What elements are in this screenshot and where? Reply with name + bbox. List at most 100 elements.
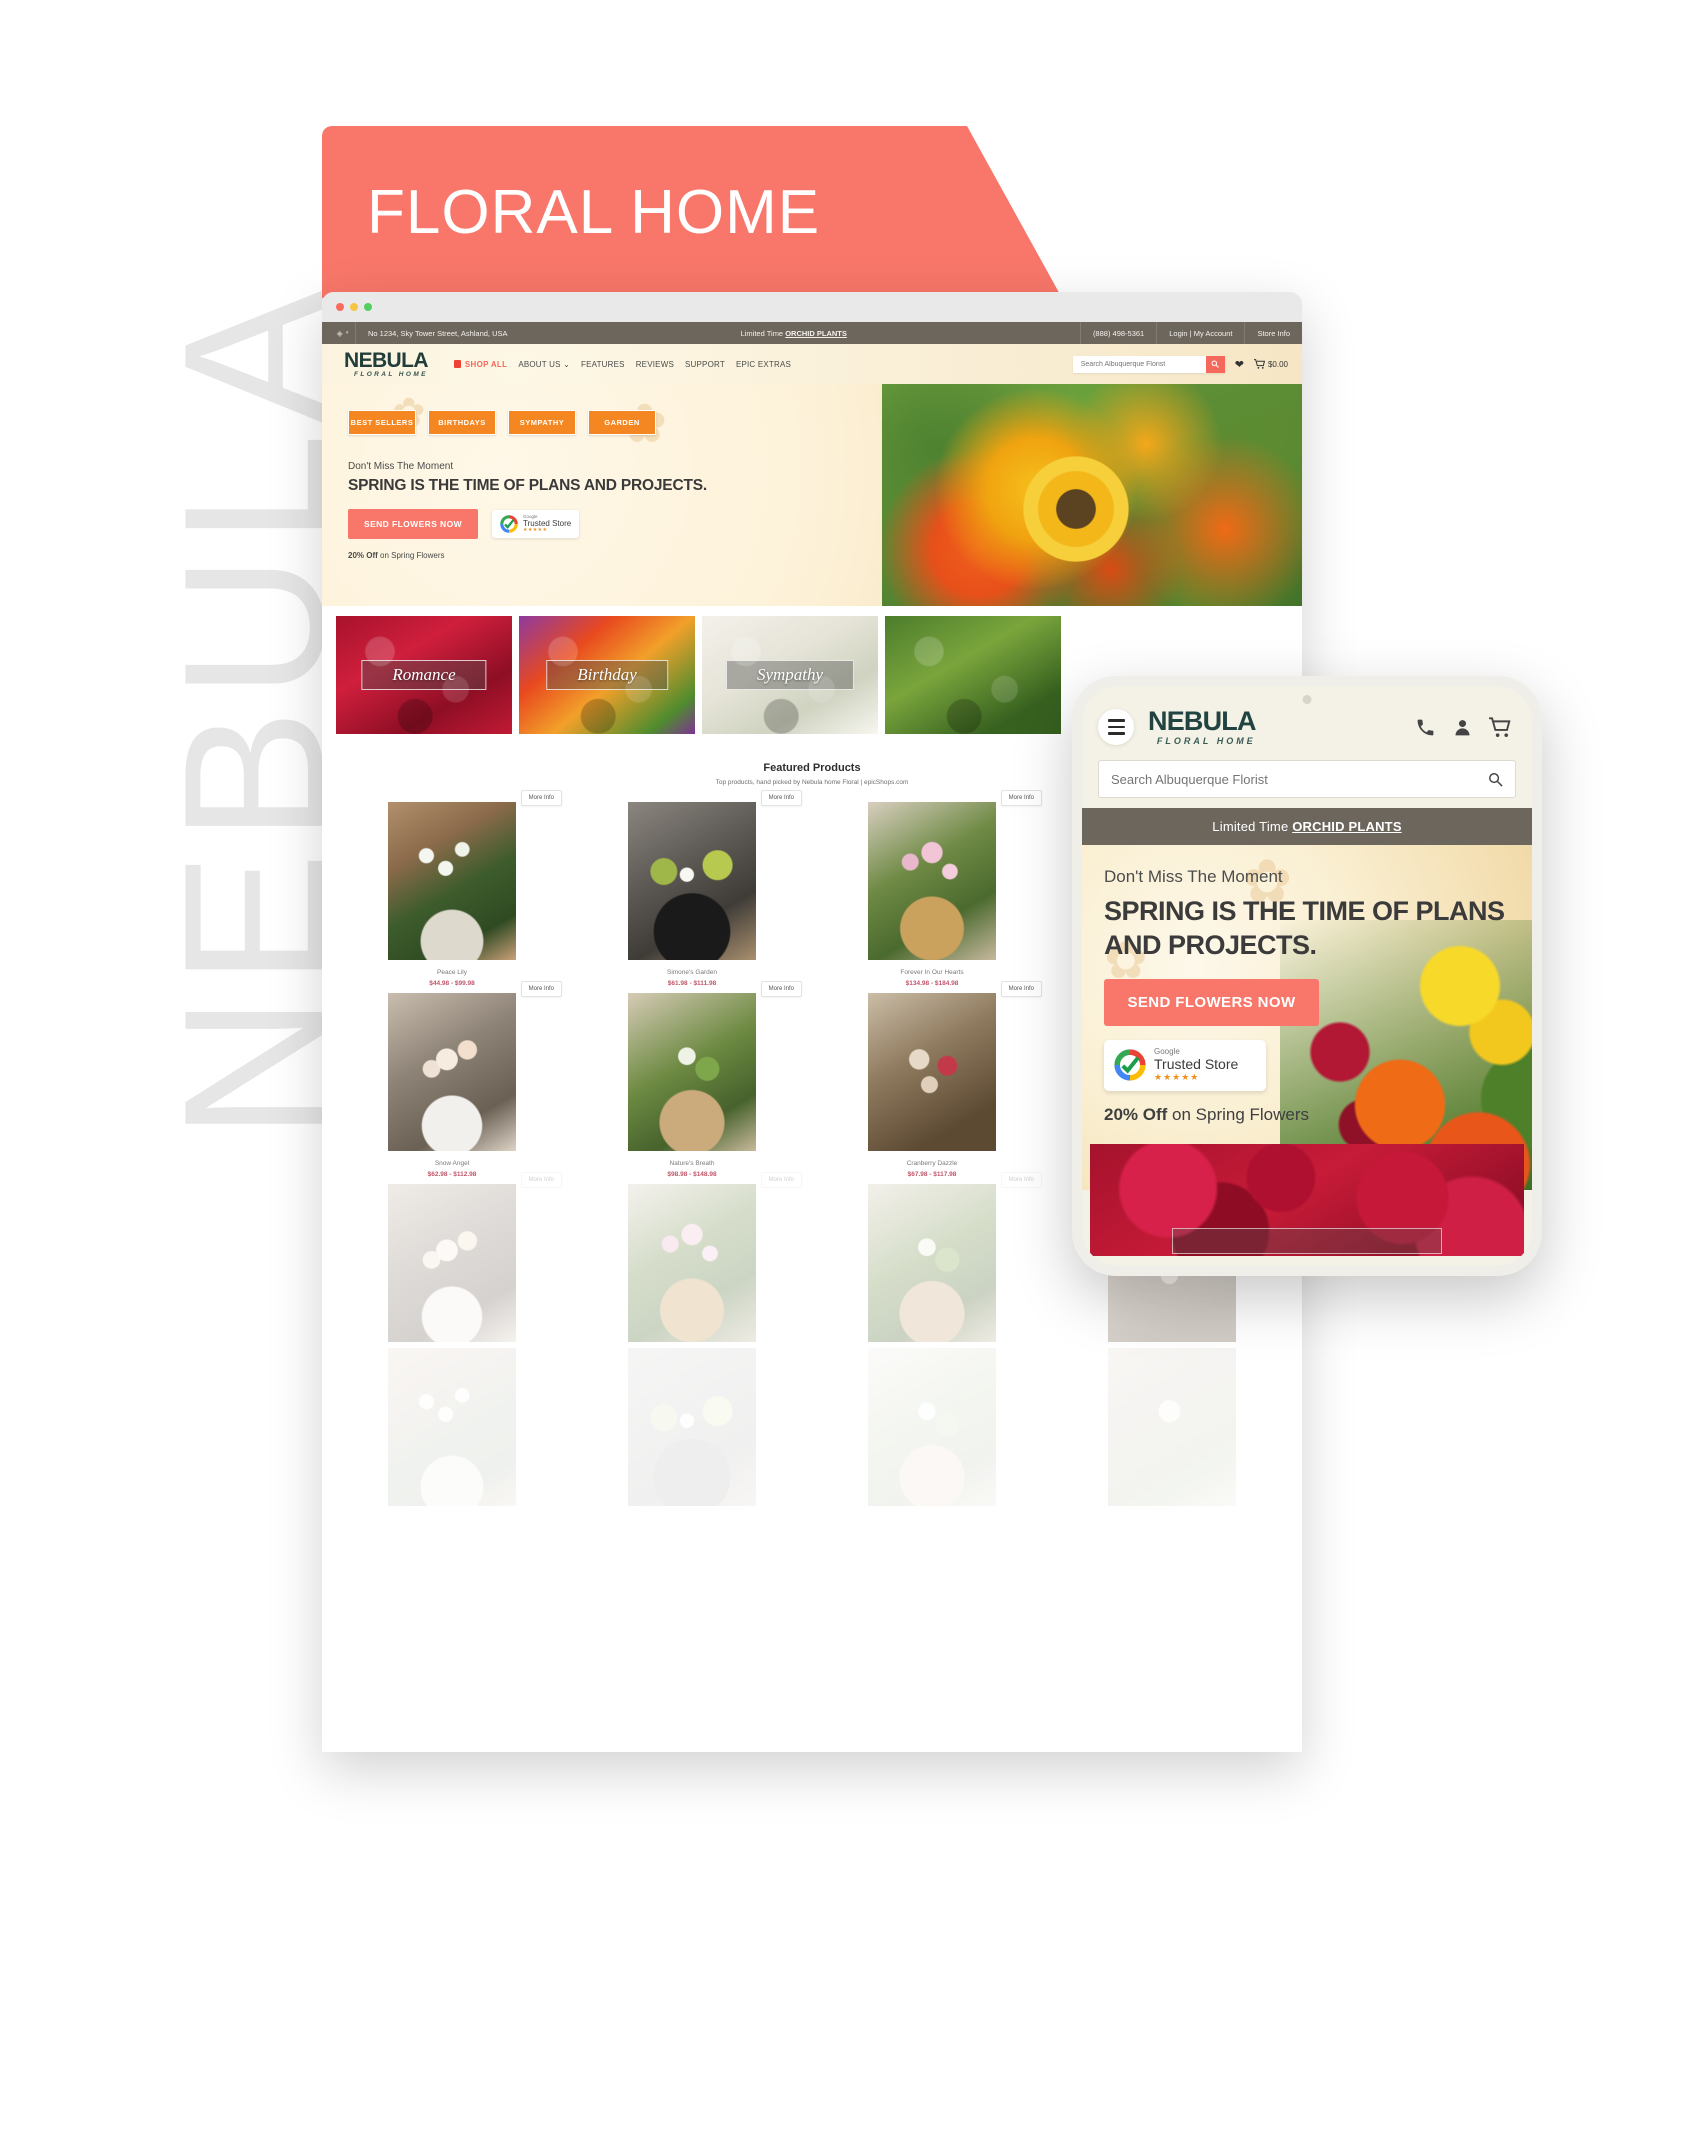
cart-button[interactable]: $0.00 [1253,359,1288,369]
more-info-button[interactable]: More Info [1000,981,1042,997]
cart-total: $0.00 [1267,359,1288,369]
heart-icon[interactable]: ❤ [1235,358,1244,371]
search-icon[interactable] [1205,355,1225,373]
more-info-button[interactable]: More Info [760,981,802,997]
category-card-fourth[interactable] [885,616,1061,734]
mobile-promo-link[interactable]: ORCHID PLANTS [1292,819,1402,834]
mobile-badge-trusted-label: Trusted Store [1154,1055,1239,1072]
nav-item-about-us[interactable]: ABOUT US ⌄ [518,360,570,369]
nav-shop-all-label: SHOP ALL [464,359,508,369]
product-card[interactable]: More Info [574,1172,810,1342]
mobile-send-flowers-button[interactable]: SEND FLOWERS NOW [1104,978,1319,1026]
product-card[interactable]: More Info Forever In Our Hearts $134.98 … [814,790,1050,987]
more-info-button[interactable]: More Info [520,981,562,997]
hero-offer-percent: 20% Off [348,551,378,560]
product-card[interactable]: More Info [814,1172,1050,1342]
product-name: Forever In Our Hearts [900,969,964,976]
more-info-button[interactable]: More Info [520,790,562,806]
more-info-button[interactable]: More Info [520,1172,562,1188]
product-name: Cranberry Dazzle [906,1160,958,1167]
mobile-promo-bar[interactable]: Limited Time ORCHID PLANTS [1082,808,1532,845]
nav-item-support[interactable]: SUPPORT [685,360,725,369]
product-card[interactable]: More Info Snow Angel $62.98 - $112.98 [334,981,570,1178]
google-trusted-store-badge: Google Trusted Store ★★★★★ [492,509,580,539]
product-image [868,1184,996,1342]
topbar-store-info-link[interactable]: Store Info [1244,322,1302,344]
topbar-account-link[interactable]: Login | My Account [1156,322,1244,344]
topbar-promo-link[interactable]: ORCHID PLANTS [785,329,847,338]
ribbon-label: FLORAL HOME [367,177,821,247]
category-card-birthday[interactable]: Birthday [519,616,695,734]
mobile-offer-percent: 20% Off [1104,1104,1168,1124]
more-info-button[interactable]: More Info [1000,790,1042,806]
product-card[interactable] [1054,1348,1290,1506]
search-icon[interactable] [1488,772,1503,787]
product-card[interactable]: More Info [334,1172,570,1342]
product-card[interactable] [574,1348,810,1506]
topbar-phone[interactable]: (888) 498-5361 [1079,322,1156,344]
hero-offer-rest: on Spring Flowers [377,551,445,560]
floral-home-ribbon: FLORAL HOME [322,126,1062,298]
hero-category-best-sellers[interactable]: BEST SELLERS [348,410,416,435]
product-name: Peace Lily [437,969,467,976]
category-card-sympathy[interactable]: Sympathy [702,616,878,734]
globe-icon[interactable]: ◈ ▾ [330,322,356,344]
nav-item-features[interactable]: FEATURES [581,360,625,369]
window-close-button[interactable] [336,303,344,311]
phone-icon[interactable] [1415,717,1436,738]
product-image [388,802,516,960]
grid-icon [453,360,461,368]
user-icon[interactable] [1452,717,1473,738]
product-card[interactable] [814,1348,1050,1506]
product-card[interactable]: More Info Nature's Breath $98.98 - $148.… [574,981,810,1178]
window-maximize-button[interactable] [364,303,372,311]
more-info-button[interactable]: More Info [760,790,802,806]
product-card[interactable] [334,1348,570,1506]
search-box[interactable] [1072,355,1225,373]
product-name: Nature's Breath [669,1160,715,1167]
chevron-down-icon: ⌄ [563,359,571,369]
hamburger-icon[interactable] [1098,709,1134,745]
logo-tagline: FLORAL HOME [353,370,428,378]
category-card-label: Birthday [546,660,668,690]
mobile-search-input[interactable] [1111,771,1488,787]
send-flowers-button[interactable]: SEND FLOWERS NOW [348,509,479,539]
product-name: Simone's Garden [666,969,718,976]
mobile-badge-google-label: Google [1154,1046,1180,1056]
site-topbar: ◈ ▾ No 1234, Sky Tower Street, Ashland, … [322,322,1302,344]
product-card[interactable]: More Info Simone's Garden $61.98 - $111.… [574,790,810,987]
topbar-promo[interactable]: Limited Time ORCHID PLANTS [508,329,1080,338]
nav-item-reviews[interactable]: REVIEWS [636,360,674,369]
hero-kicker: Don't Miss The Moment [348,461,454,472]
hero-offer-text: 20% Off on Spring Flowers [348,551,1302,560]
mobile-logo[interactable]: NEBULA FLORAL HOME [1148,706,1257,746]
product-card[interactable]: More Info Peace Lily $44.98 - $99.98 [334,790,570,987]
cart-icon[interactable] [1489,716,1512,738]
site-logo[interactable]: NEBULA FLORAL HOME [344,350,429,379]
product-image [388,1348,516,1506]
product-card[interactable]: More Info Cranberry Dazzle $67.98 - $117… [814,981,1050,1178]
category-card-label: Sympathy [725,660,855,690]
category-card-label: Romance [361,660,487,690]
site-navbar: NEBULA FLORAL HOME SHOP ALL ABOUT US ⌄ F… [322,344,1302,384]
mobile-hero-kicker: Don't Miss The Moment [1104,867,1283,886]
category-card-romance[interactable]: Romance [336,616,512,734]
more-info-button[interactable]: More Info [1000,1172,1042,1188]
hero-category-garden[interactable]: GARDEN [588,410,656,435]
search-input[interactable] [1072,360,1206,368]
nav-item-epic-extras[interactable]: EPIC EXTRAS [736,360,791,369]
hero-category-birthdays[interactable]: BIRTHDAYS [428,410,496,435]
nav-item-shop-all[interactable]: SHOP ALL [453,359,508,369]
mobile-search-box[interactable] [1098,760,1516,798]
mobile-screen: NEBULA FLORAL HOME Limited Time ORCHID P… [1082,686,1532,1266]
hero-category-sympathy[interactable]: SYMPATHY [508,410,576,435]
nav-utilities: ❤ $0.00 [1072,355,1288,373]
mobile-roses-banner[interactable] [1090,1144,1524,1256]
front-camera-icon [1302,695,1312,704]
more-info-button[interactable]: More Info [760,1172,802,1188]
trusted-store-icon [1114,1049,1146,1081]
hero-category-buttons: BEST SELLERS BIRTHDAYS SYMPATHY GARDEN [348,410,1302,435]
mobile-logo-wordmark: NEBULA [1148,706,1257,736]
product-image [628,993,756,1151]
window-minimize-button[interactable] [350,303,358,311]
